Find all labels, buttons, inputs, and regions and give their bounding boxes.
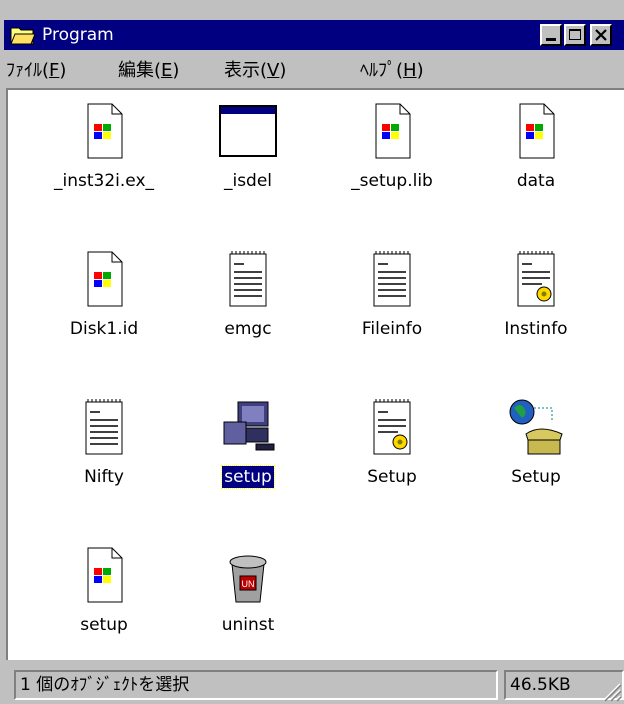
windows-doc-icon <box>87 547 123 603</box>
file-label: uninst <box>221 615 275 635</box>
settings-notepad-icon <box>517 251 555 307</box>
file-item[interactable]: Setup <box>322 396 462 488</box>
file-item[interactable]: Instinfo <box>466 248 606 340</box>
file-item[interactable]: setup <box>34 544 174 636</box>
file-item[interactable]: Disk1.id <box>34 248 174 340</box>
file-item[interactable]: emgc <box>178 248 318 340</box>
file-label: Instinfo <box>504 319 568 339</box>
menu-label: ﾌｧｲﾙ <box>6 60 42 81</box>
svg-text:UN: UN <box>242 579 255 589</box>
file-item[interactable]: UN uninst <box>178 544 318 636</box>
status-selection-text: 1 個のｵﾌﾞｼﾞｪｸﾄを選択 <box>14 670 498 700</box>
file-item[interactable]: Setup <box>466 396 606 488</box>
menu-label: ﾍﾙﾌﾟ <box>360 60 396 81</box>
file-label: _inst32i.ex_ <box>54 171 154 191</box>
status-bar: 1 個のｵﾌﾞｼﾞｪｸﾄを選択 46.5KB <box>4 662 624 704</box>
file-label: setup <box>80 615 128 635</box>
file-label: _setup.lib <box>351 171 433 191</box>
menu-label: 表示 <box>224 60 260 81</box>
file-label: data <box>516 171 556 191</box>
file-label: _isdel <box>223 171 273 191</box>
window-title: Program <box>42 25 114 45</box>
setup-computer-icon <box>223 401 275 451</box>
settings-notepad-icon <box>373 399 411 455</box>
explorer-window: Program ﾌｧｲﾙ(F) 編集(E) 表示(V) ﾍﾙﾌﾟ(H) _ins… <box>0 0 624 704</box>
file-label: Nifty <box>84 467 124 487</box>
text-notepad-icon <box>85 399 123 455</box>
menu-bar: ﾌｧｲﾙ(F) 編集(E) 表示(V) ﾍﾙﾌﾟ(H) <box>4 52 624 88</box>
file-item[interactable]: Fileinfo <box>322 248 462 340</box>
file-item[interactable]: _isdel <box>178 100 318 192</box>
close-icon <box>595 29 607 41</box>
minimize-button[interactable] <box>540 24 562 46</box>
file-label: setup <box>221 465 275 489</box>
text-notepad-icon <box>229 251 267 307</box>
windows-doc-icon <box>87 103 123 159</box>
file-item[interactable]: _setup.lib <box>322 100 462 192</box>
file-item[interactable]: _inst32i.ex_ <box>34 100 174 192</box>
file-label: Setup <box>511 467 561 487</box>
dialup-globe-phone-icon <box>509 399 563 455</box>
file-item[interactable]: data <box>466 100 606 192</box>
minimize-icon <box>546 38 556 41</box>
menu-help[interactable]: ﾍﾙﾌﾟ(H) <box>360 58 424 84</box>
file-label: emgc <box>224 319 272 339</box>
menu-file[interactable]: ﾌｧｲﾙ(F) <box>6 58 66 84</box>
uninstall-trash-icon: UN <box>229 555 267 603</box>
menu-accelerator: E <box>161 60 173 81</box>
menu-label: 編集 <box>118 60 154 81</box>
resize-grip-icon[interactable] <box>600 680 622 702</box>
file-item[interactable]: Nifty <box>34 396 174 488</box>
windows-doc-icon <box>375 103 411 159</box>
windows-doc-icon <box>87 251 123 307</box>
file-list-pane[interactable]: _inst32i.ex_ _isdel _setup.lib data Disk… <box>6 88 624 660</box>
menu-accelerator: F <box>49 60 60 81</box>
menu-edit[interactable]: 編集(E) <box>118 58 179 84</box>
menu-accelerator: H <box>403 60 417 81</box>
title-bar[interactable]: Program <box>4 20 624 50</box>
maximize-button[interactable] <box>564 24 586 46</box>
menu-accelerator: V <box>267 60 280 81</box>
file-label: Disk1.id <box>69 319 139 339</box>
maximize-icon <box>569 29 581 40</box>
text-notepad-icon <box>373 251 411 307</box>
file-label: Fileinfo <box>361 319 423 339</box>
menu-view[interactable]: 表示(V) <box>224 58 286 84</box>
close-button[interactable] <box>590 24 612 46</box>
application-window-icon <box>219 105 277 157</box>
windows-doc-icon <box>519 103 555 159</box>
folder-open-icon <box>10 27 36 45</box>
file-label: Setup <box>367 467 417 487</box>
file-item-selected[interactable]: setup <box>178 396 318 489</box>
